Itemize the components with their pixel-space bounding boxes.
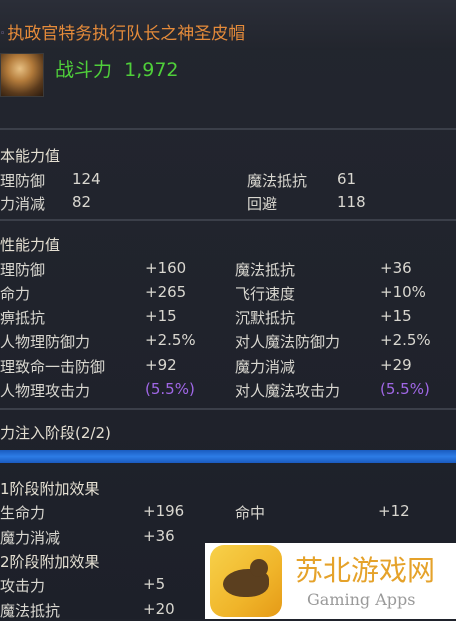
combat-power: 战斗力 1,972 <box>55 55 179 82</box>
enchant-title: 力注入阶段(2/2) <box>0 424 111 442</box>
stat-value: 61 <box>337 170 357 188</box>
combat-power-label: 战斗力 <box>55 59 113 81</box>
stat-value-inactive: (5.5%) <box>145 380 195 398</box>
stat-label: 飞行速度 <box>235 285 296 303</box>
stat-label: 攻击力 <box>0 577 46 595</box>
stat-label: 魔力消减 <box>235 358 296 376</box>
stat-value: +36 <box>143 527 175 545</box>
combat-power-value: 1,972 <box>124 59 179 81</box>
stat-label: 理防御 <box>0 172 46 190</box>
stat-value: +2.5% <box>145 331 196 349</box>
duck-logo-icon <box>210 545 282 617</box>
stat-label: 魔法抵抗 <box>247 172 308 190</box>
item-name-text: 执政官特务执行队长之神圣皮帽 <box>7 24 246 44</box>
grade-dot-icon: ◦ <box>0 29 6 39</box>
stat-label: 对人魔法防御力 <box>235 333 341 351</box>
stat-label: 理致命一击防御 <box>0 358 106 376</box>
stat-value: +5 <box>143 575 166 593</box>
divider <box>0 128 456 130</box>
stat-label: 命力 <box>0 285 31 303</box>
stat-label: 人物理攻击力 <box>0 382 91 400</box>
watermark-logo: 苏北游戏网 Gaming Apps <box>205 543 456 619</box>
stat-label: 魔力消减 <box>0 529 61 547</box>
stat-value: +196 <box>143 502 185 520</box>
stat-value: +36 <box>380 259 412 277</box>
stat-label: 生命力 <box>0 504 46 522</box>
stat-label: 魔法抵抗 <box>0 602 61 620</box>
stat-value: +12 <box>378 502 410 520</box>
duck-head-shape <box>250 559 268 577</box>
stat-value: +265 <box>145 283 187 301</box>
item-name: ◦ 执政官特务执行队长之神圣皮帽 <box>0 19 245 44</box>
stat-value: +29 <box>380 356 412 374</box>
stat-value: 124 <box>72 170 101 188</box>
item-tooltip-panel: ◦ 执政官特务执行队长之神圣皮帽 战斗力 1,972 本能力值 理防御 124 魔… <box>0 0 456 620</box>
basic-stats-title: 本能力值 <box>0 147 61 165</box>
stat-label: 理防御 <box>0 261 46 279</box>
divider <box>0 408 456 410</box>
watermark-text-en: Gaming Apps <box>307 590 416 609</box>
stat-value: +92 <box>145 356 177 374</box>
stat-value: +15 <box>145 307 177 325</box>
stat-value: 82 <box>72 193 92 211</box>
stat-label: 沉默抵抗 <box>235 309 296 327</box>
stat-label: 命中 <box>235 504 266 522</box>
stage2-title: 2阶段附加效果 <box>0 553 100 571</box>
stat-value: +15 <box>380 307 412 325</box>
stat-value: +10% <box>380 283 426 301</box>
stat-value: +20 <box>143 600 175 618</box>
stat-value: +2.5% <box>380 331 431 349</box>
divider <box>0 219 456 221</box>
helmet-icon <box>0 53 44 97</box>
stat-label: 回避 <box>247 195 278 213</box>
stat-label: 痹抵抗 <box>0 309 46 327</box>
enchant-progress-bar <box>0 450 456 463</box>
stat-label: 人物理防御力 <box>0 333 91 351</box>
watermark-text-cn: 苏北游戏网 <box>295 554 436 587</box>
stat-label: 力消减 <box>0 195 46 213</box>
stat-value-inactive: (5.5%) <box>380 380 430 398</box>
stage1-title: 1阶段附加效果 <box>0 480 100 498</box>
stat-value: 118 <box>337 193 366 211</box>
stat-label: 对人魔法攻击力 <box>235 382 341 400</box>
stat-value: +160 <box>145 259 187 277</box>
bonus-stats-title: 性能力值 <box>0 236 61 254</box>
stat-label: 魔法抵抗 <box>235 261 296 279</box>
